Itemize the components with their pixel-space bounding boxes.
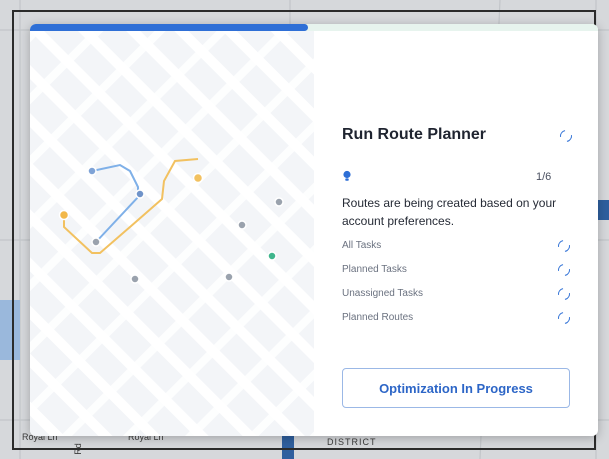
stop-marker [224,272,234,282]
loading-spinner-icon [555,261,573,279]
stop-marker [267,251,277,261]
stop-marker [135,189,145,199]
step-counter: 1/6 [536,171,552,183]
task-label-all-tasks: All Tasks [342,240,382,251]
loading-spinner-icon [557,127,575,145]
route-illustration [30,31,314,436]
task-label-unassigned-tasks: Unassigned Tasks [342,288,423,299]
task-label-planned-tasks: Planned Tasks [342,264,407,275]
stop-marker [192,172,204,184]
loading-spinner-icon [555,237,573,255]
stop-marker [87,166,97,176]
task-label-planned-routes: Planned Routes [342,312,414,323]
status-message: Routes are being created based on your a… [342,196,557,228]
map-district-label: DISTRICT [327,437,377,447]
map-street-label: Rd [72,443,83,455]
route-planner-modal: Run Route Planner 1/6 Routes are being c… [30,24,598,436]
stop-marker [274,197,284,207]
progress-bar-fill [30,24,309,31]
stop-marker [91,237,101,247]
status-panel: Run Route Planner 1/6 Routes are being c… [342,24,586,436]
stop-marker [130,274,140,284]
stop-marker [237,220,247,230]
stop-marker [58,209,70,221]
lightbulb-icon [343,170,351,181]
loading-spinner-icon [555,285,573,303]
loading-spinner-icon [555,309,573,327]
optimization-in-progress-button[interactable]: Optimization In Progress [342,368,570,408]
modal-title: Run Route Planner [342,126,487,143]
